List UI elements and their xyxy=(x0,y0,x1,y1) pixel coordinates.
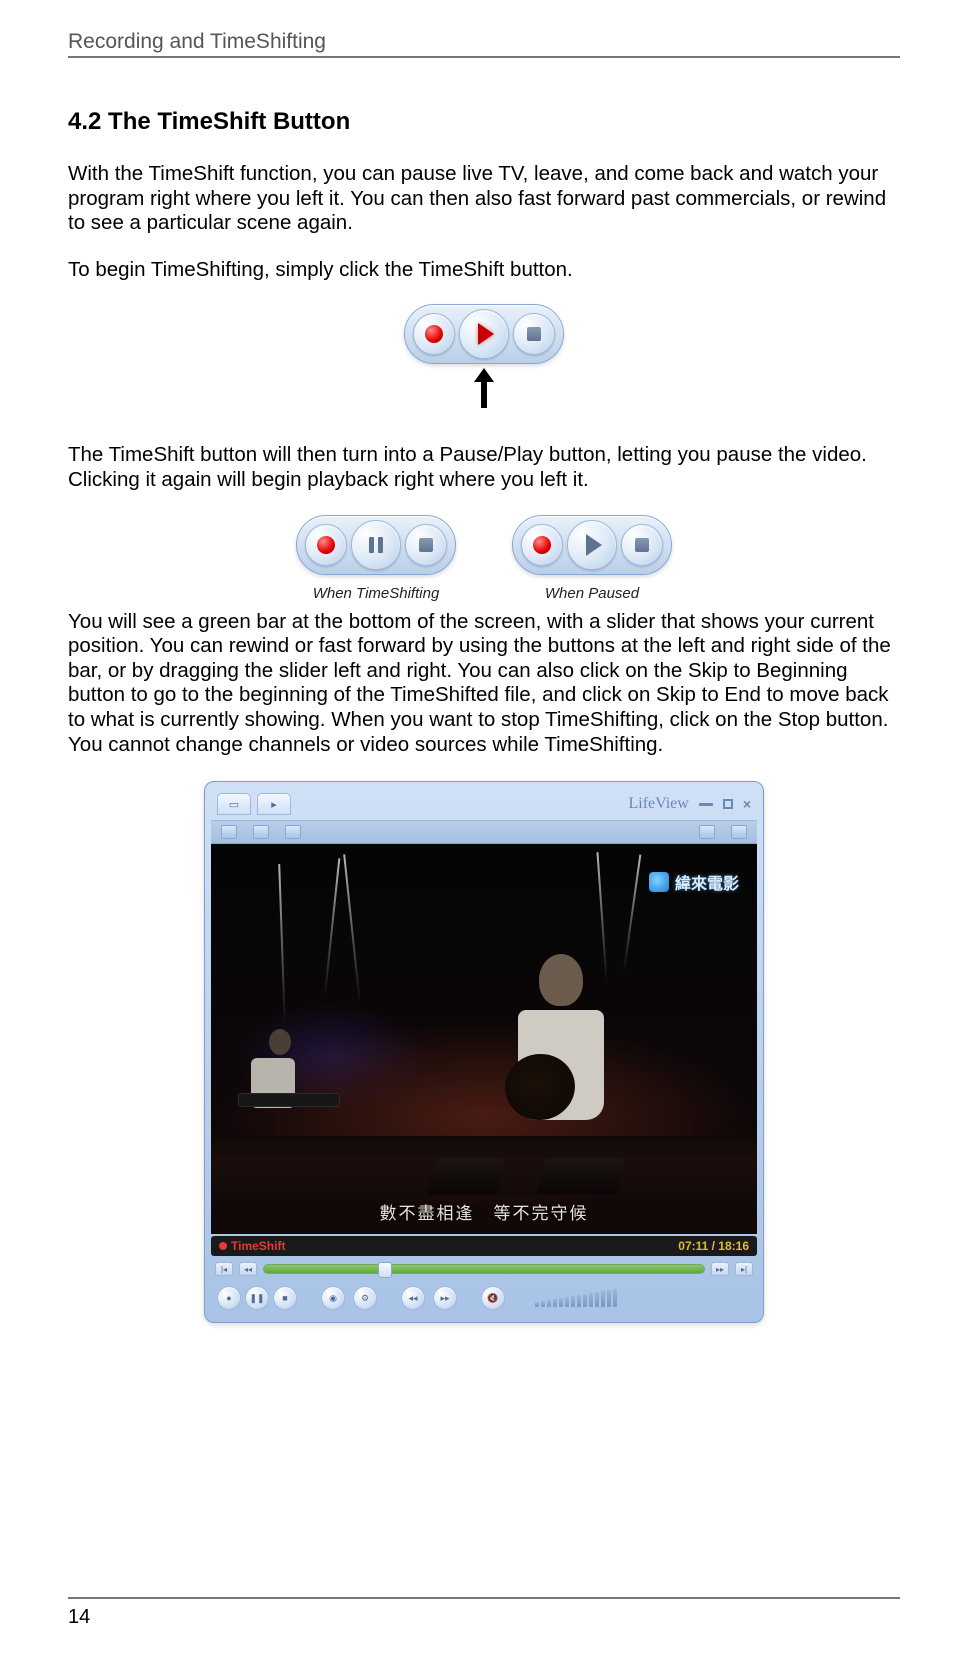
player-window: ▭ ▸ LifeView × xyxy=(204,781,764,1323)
status-bar: TimeShift 07:11 / 18:16 xyxy=(211,1236,757,1256)
recording-indicator-icon xyxy=(219,1242,227,1250)
next-channel-button[interactable]: ▸▸ xyxy=(433,1286,457,1310)
record-icon xyxy=(317,536,335,554)
toolbar-icon-2[interactable] xyxy=(253,825,269,839)
timecode: 07:11 / 18:16 xyxy=(678,1239,749,1253)
prev-channel-button[interactable]: ◂◂ xyxy=(401,1286,425,1310)
settings-button[interactable]: ⚙ xyxy=(353,1286,377,1310)
play-icon xyxy=(586,534,602,556)
toolbar-icon-4[interactable] xyxy=(699,825,715,839)
rewind-button[interactable]: ◂◂ xyxy=(239,1262,257,1276)
toolbar-icon-3[interactable] xyxy=(285,825,301,839)
record-button[interactable]: ● xyxy=(217,1286,241,1310)
brand-logo: LifeView xyxy=(628,795,688,813)
section-title: 4.2 The TimeShift Button xyxy=(68,108,900,136)
caption-paused: When Paused xyxy=(512,585,672,602)
channel-logo-icon xyxy=(649,872,669,892)
caption-timeshifting: When TimeShifting xyxy=(296,585,456,602)
minimize-icon[interactable] xyxy=(699,803,713,806)
stop-button[interactable] xyxy=(621,524,663,566)
close-icon[interactable]: × xyxy=(743,796,751,812)
stop-icon xyxy=(635,538,649,552)
paragraph-1: With the TimeShift function, you can pau… xyxy=(68,162,900,236)
page-number: 14 xyxy=(68,1606,90,1629)
toolbar-icon-1[interactable] xyxy=(221,825,237,839)
arrow-indicator xyxy=(404,368,564,413)
record-button[interactable] xyxy=(413,313,455,355)
paragraph-2: To begin TimeShifting, simply click the … xyxy=(68,258,900,283)
stop-button[interactable] xyxy=(513,313,555,355)
play-button[interactable] xyxy=(567,520,617,570)
skip-to-beginning-button[interactable]: |◂ xyxy=(215,1262,233,1276)
page-header: Recording and TimeShifting xyxy=(68,30,900,58)
volume-slider[interactable] xyxy=(535,1289,617,1307)
stop-icon xyxy=(527,327,541,341)
maximize-icon[interactable] xyxy=(723,799,733,809)
fast-forward-button[interactable]: ▸▸ xyxy=(711,1262,729,1276)
timeshift-play-button[interactable] xyxy=(459,309,509,359)
transport-controls: ● ❚❚ ■ ◉ ⚙ ◂◂ ▸▸ 🔇 xyxy=(211,1284,757,1312)
footer-rule xyxy=(68,1597,900,1599)
pause-button[interactable]: ❚❚ xyxy=(245,1286,269,1310)
play-icon xyxy=(478,323,494,345)
record-button[interactable] xyxy=(521,524,563,566)
pause-button[interactable] xyxy=(351,520,401,570)
video-viewport: 緯來電影 數不盡相逢 等不完守候 xyxy=(211,844,757,1234)
paragraph-4: You will see a green bar at the bottom o… xyxy=(68,610,900,758)
figure-timeshift-button xyxy=(68,304,900,413)
toolbar-icon-5[interactable] xyxy=(731,825,747,839)
record-button[interactable] xyxy=(305,524,347,566)
pause-icon xyxy=(369,537,383,553)
record-icon xyxy=(533,536,551,554)
stop-button[interactable]: ■ xyxy=(273,1286,297,1310)
player-titlebar: ▭ ▸ LifeView × xyxy=(211,788,757,820)
seek-bar-row: |◂ ◂◂ ▸▸ ▸| xyxy=(211,1262,757,1276)
tab-file[interactable]: ▸ xyxy=(257,793,291,815)
stop-button[interactable] xyxy=(405,524,447,566)
tab-tv[interactable]: ▭ xyxy=(217,793,251,815)
skip-to-end-button[interactable]: ▸| xyxy=(735,1262,753,1276)
snapshot-button[interactable]: ◉ xyxy=(321,1286,345,1310)
mute-button[interactable]: 🔇 xyxy=(481,1286,505,1310)
player-toolbar xyxy=(211,820,757,844)
seek-thumb[interactable] xyxy=(378,1262,392,1278)
figure-player-screenshot: ▭ ▸ LifeView × xyxy=(68,781,900,1323)
seek-track[interactable] xyxy=(263,1264,705,1274)
stop-icon xyxy=(419,538,433,552)
paragraph-3: The TimeShift button will then turn into… xyxy=(68,443,900,492)
figure-state-comparison: When TimeShifting When Paused xyxy=(68,515,900,602)
status-label: TimeShift xyxy=(231,1239,285,1253)
channel-watermark: 緯來電影 xyxy=(649,870,739,894)
video-subtitle: 數不盡相逢 等不完守候 xyxy=(211,1199,757,1224)
record-icon xyxy=(425,325,443,343)
